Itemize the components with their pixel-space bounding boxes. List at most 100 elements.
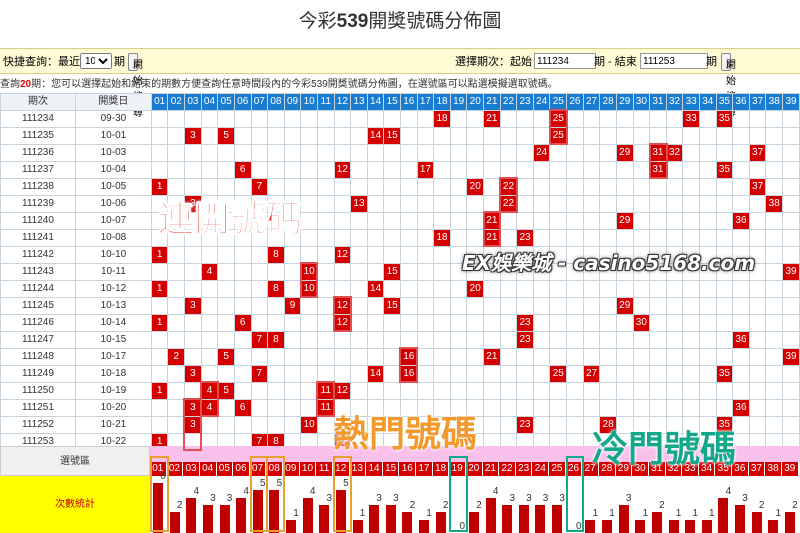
empty-cell	[532, 161, 551, 179]
empty-cell	[516, 348, 534, 366]
query-bar: 快捷查詢：最近 10 期 ⌕ 開始搜尋 選擇期次：起始 期 - 結束 期 ⌕ 開…	[0, 48, 800, 119]
empty-cell	[250, 110, 269, 128]
empty-cell	[782, 382, 800, 400]
empty-cell	[466, 161, 485, 179]
select-number-04[interactable]: 04	[199, 462, 216, 476]
empty-cell	[217, 314, 235, 332]
select-number-10[interactable]: 10	[299, 462, 316, 476]
empty-cell	[300, 144, 318, 162]
header-number-26: 26	[566, 93, 584, 111]
hit-cell: 14	[366, 127, 385, 145]
hit-cell: 13	[350, 195, 368, 213]
empty-cell	[300, 246, 318, 264]
select-number-37[interactable]: 37	[748, 462, 765, 476]
empty-cell	[283, 246, 302, 264]
select-number-14[interactable]: 14	[366, 462, 382, 476]
select-number-06[interactable]: 06	[233, 462, 249, 476]
select-number-13[interactable]: 13	[349, 462, 366, 476]
select-number-15[interactable]: 15	[382, 462, 399, 476]
count-bar	[552, 505, 563, 533]
empty-cell	[350, 212, 368, 230]
select-number-20[interactable]: 20	[465, 462, 482, 476]
date-cell: 10-05	[74, 178, 152, 196]
empty-cell	[400, 246, 418, 264]
period-cell: 111251	[0, 399, 76, 417]
empty-cell	[748, 212, 767, 230]
empty-cell	[466, 212, 485, 230]
empty-cell	[499, 365, 518, 383]
empty-cell	[698, 399, 717, 417]
empty-cell	[566, 297, 584, 315]
select-number-17[interactable]: 17	[416, 462, 432, 476]
empty-cell	[566, 280, 584, 298]
empty-cell	[632, 297, 651, 315]
empty-cell	[250, 314, 269, 332]
end-period-input[interactable]	[640, 53, 708, 69]
hit-cell: 35	[715, 161, 734, 179]
select-number-23[interactable]: 23	[515, 462, 532, 476]
empty-cell	[400, 297, 418, 315]
empty-cell	[549, 144, 568, 162]
empty-cell	[184, 382, 202, 400]
count-value: 1	[709, 507, 715, 519]
select-number-24[interactable]: 24	[532, 462, 549, 476]
table-row: 111240 10-07 21 29 36	[0, 212, 800, 230]
hit-cell: 6	[233, 161, 252, 179]
select-number-22[interactable]: 22	[499, 462, 515, 476]
empty-cell	[316, 365, 335, 383]
select-number-21[interactable]: 21	[482, 462, 499, 476]
empty-cell	[549, 212, 568, 230]
empty-cell	[549, 229, 568, 247]
empty-cell	[566, 178, 584, 196]
empty-cell	[184, 110, 202, 128]
date-cell: 10-06	[74, 195, 152, 213]
select-number-18[interactable]: 18	[432, 462, 449, 476]
count-bar	[485, 497, 496, 533]
empty-cell	[350, 144, 368, 162]
hit-cell: 25	[549, 365, 568, 383]
select-number-16[interactable]: 16	[399, 462, 416, 476]
empty-cell	[715, 144, 734, 162]
empty-cell	[433, 348, 451, 366]
empty-cell	[283, 314, 302, 332]
empty-cell	[682, 331, 700, 349]
empty-cell	[582, 195, 601, 213]
empty-cell	[449, 348, 468, 366]
count-bar	[402, 512, 413, 533]
start-period-input[interactable]	[534, 53, 596, 69]
select-number-05[interactable]: 05	[216, 462, 233, 476]
quick-query-select[interactable]: 10	[80, 53, 112, 69]
empty-cell	[333, 110, 352, 128]
empty-cell	[233, 263, 252, 281]
period-cell: 111245	[0, 297, 76, 315]
empty-cell	[200, 331, 219, 349]
empty-cell	[765, 382, 784, 400]
empty-cell	[400, 382, 418, 400]
period-search-button[interactable]: ⌕ 開始搜尋	[721, 53, 736, 119]
empty-cell	[200, 314, 219, 332]
quick-search-button[interactable]: ⌕ 開始搜尋	[128, 53, 143, 119]
consecutive-highlight	[199, 381, 219, 417]
count-value: 2	[176, 500, 183, 512]
header-number-23: 23	[516, 93, 534, 111]
hit-cell: 17	[416, 161, 435, 179]
select-number-25[interactable]: 25	[549, 462, 565, 476]
select-number-38[interactable]: 38	[765, 462, 781, 476]
select-number-03[interactable]: 03	[183, 462, 199, 476]
empty-cell	[649, 365, 667, 383]
empty-cell	[499, 348, 518, 366]
empty-cell	[665, 331, 684, 349]
empty-cell	[433, 144, 451, 162]
select-number-09[interactable]: 09	[283, 462, 299, 476]
hit-cell: 5	[217, 127, 235, 145]
count-bar	[468, 512, 479, 533]
select-number-39[interactable]: 39	[781, 462, 798, 476]
select-number-11[interactable]: 11	[316, 462, 332, 476]
empty-cell	[665, 229, 684, 247]
empty-cell	[167, 127, 186, 145]
empty-cell	[516, 127, 534, 145]
empty-cell	[300, 348, 318, 366]
empty-cell	[732, 348, 750, 366]
empty-cell	[416, 314, 435, 332]
title-number: 539	[336, 11, 369, 32]
